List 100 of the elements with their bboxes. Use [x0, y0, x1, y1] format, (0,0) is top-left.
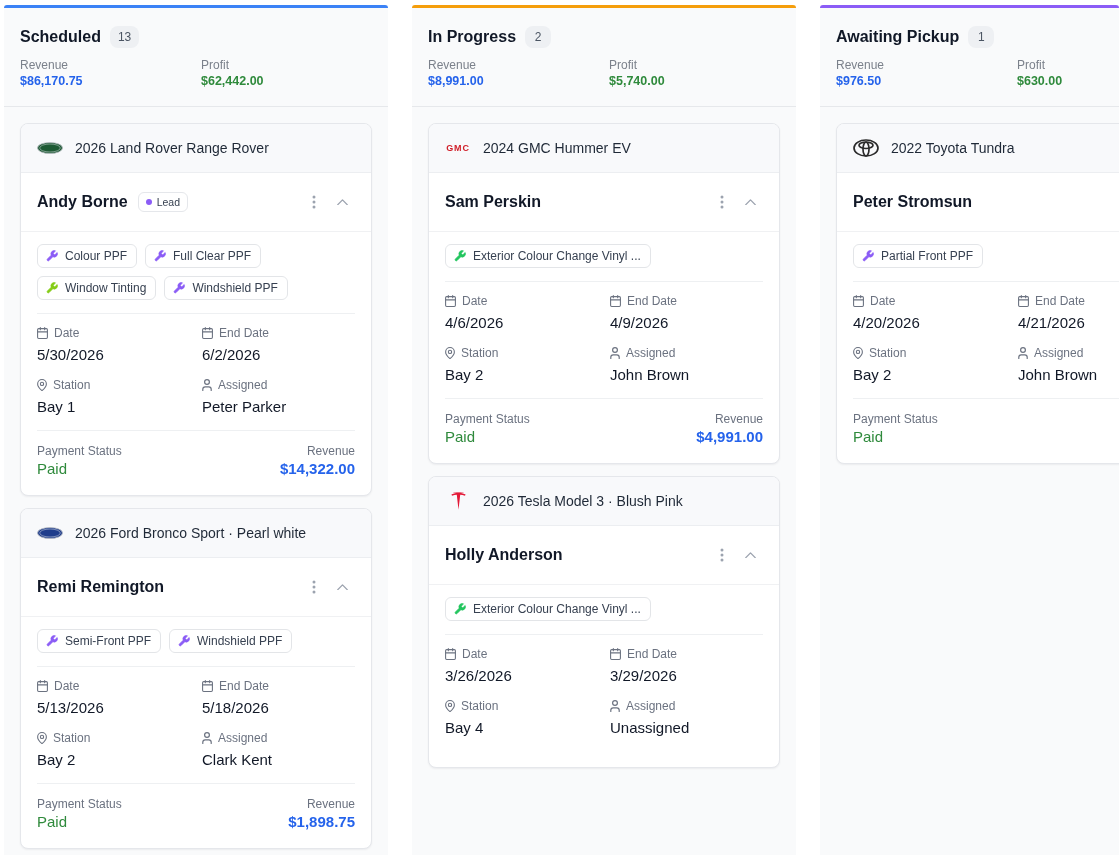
- field-value: 4/6/2026: [445, 313, 504, 333]
- field-value: 4/20/2026: [853, 313, 920, 333]
- badge-label: Lead: [156, 196, 181, 208]
- service-tag-label: Exterior Colour Change Vinyl ...: [473, 602, 641, 616]
- column-count: 2: [525, 26, 552, 48]
- field-label: Assigned: [626, 345, 676, 361]
- more-options-icon[interactable]: [720, 195, 724, 209]
- field-label: Station: [461, 698, 499, 714]
- field-label: Assigned: [1034, 345, 1084, 361]
- payment-label: Payment Status: [37, 796, 122, 812]
- user-icon: [1018, 347, 1028, 359]
- user-icon: [610, 700, 620, 712]
- user-icon: [202, 379, 212, 391]
- field-value: Bay 2: [853, 365, 892, 385]
- chevron-up-icon[interactable]: [744, 198, 756, 206]
- stat-value: $62,442.00: [201, 73, 264, 90]
- stat-value: $8,991.00: [428, 73, 484, 90]
- field-value: 5/13/2026: [37, 698, 104, 718]
- field-label: Station: [53, 377, 91, 393]
- vehicle-name: 2024 GMC Hummer EV: [483, 140, 631, 156]
- field-label: Date: [462, 646, 488, 662]
- service-tag-label: Partial Front PPF: [881, 249, 974, 263]
- field-value: Bay 2: [37, 750, 76, 770]
- revenue-label: Revenue: [714, 411, 763, 427]
- payment-status: Paid: [445, 427, 476, 447]
- field-value: 6/2/2026: [202, 345, 261, 365]
- field-value: 4/9/2026: [610, 313, 669, 333]
- payment-status: Paid: [37, 812, 68, 832]
- field-value: 5/18/2026: [202, 698, 269, 718]
- map-pin-icon: [37, 732, 47, 744]
- payment-status: Paid: [853, 427, 884, 447]
- field-label: End Date: [1035, 293, 1086, 309]
- stat-value: $86,170.75: [20, 73, 83, 90]
- calendar-icon: [37, 680, 48, 692]
- service-tag-label: Window Tinting: [65, 281, 147, 295]
- chevron-up-icon[interactable]: [336, 198, 348, 206]
- calendar-icon: [853, 295, 864, 307]
- field-label: End Date: [219, 678, 270, 694]
- stat-label: Profit: [201, 58, 229, 73]
- field-value: John Brown: [1018, 365, 1098, 385]
- calendar-icon: [202, 680, 213, 692]
- column-title: In Progress: [428, 27, 517, 47]
- field-value: 5/30/2026: [37, 345, 104, 365]
- field-value: Bay 2: [445, 365, 484, 385]
- field-value: Bay 4: [445, 718, 484, 738]
- field-label: Assigned: [218, 377, 268, 393]
- vehicle-name: 2026 Tesla Model 3 · Blush Pink: [483, 493, 683, 509]
- user-icon: [202, 732, 212, 744]
- service-tag-label: Windshield PPF: [197, 634, 283, 648]
- stat-label: Revenue: [836, 58, 885, 73]
- chevron-up-icon[interactable]: [744, 551, 756, 559]
- revenue-label: Revenue: [306, 443, 355, 459]
- stat-label: Revenue: [428, 58, 477, 73]
- map-pin-icon: [853, 347, 863, 359]
- field-label: Date: [54, 325, 80, 341]
- calendar-icon: [37, 327, 48, 339]
- field-label: Station: [869, 345, 907, 361]
- revenue-amount: $14,322.00: [279, 459, 355, 479]
- customer-name: Remi Remington: [37, 578, 165, 596]
- field-value: Bay 1: [37, 397, 76, 417]
- field-value: Clark Kent: [202, 750, 273, 770]
- field-label: Date: [462, 293, 488, 309]
- calendar-icon: [445, 648, 456, 660]
- calendar-icon: [1018, 295, 1029, 307]
- column-title: Scheduled: [20, 27, 101, 47]
- customer-name: Sam Perskin: [445, 193, 542, 211]
- stat-label: Revenue: [20, 58, 69, 73]
- vehicle-name: 2026 Land Rover Range Rover: [75, 140, 269, 156]
- calendar-icon: [610, 295, 621, 307]
- revenue-amount: $4,991.00: [696, 427, 763, 447]
- more-options-icon[interactable]: [312, 580, 316, 594]
- calendar-icon: [445, 295, 456, 307]
- field-label: Station: [53, 730, 91, 746]
- service-tag-label: Windshield PPF: [192, 281, 278, 295]
- payment-label: Payment Status: [853, 411, 938, 427]
- field-label: Assigned: [626, 698, 676, 714]
- more-options-icon[interactable]: [312, 195, 316, 209]
- service-tag-label: Exterior Colour Change Vinyl ...: [473, 249, 641, 263]
- vehicle-name: 2022 Toyota Tundra: [891, 140, 1015, 156]
- field-label: Station: [461, 345, 499, 361]
- stat-value: $5,740.00: [609, 73, 665, 90]
- field-value: 4/21/2026: [1018, 313, 1085, 333]
- payment-label: Payment Status: [37, 443, 122, 459]
- field-value: Peter Parker: [202, 397, 287, 417]
- column-count: 13: [109, 26, 140, 48]
- chevron-up-icon[interactable]: [336, 583, 348, 591]
- field-label: Date: [870, 293, 896, 309]
- field-value: 3/29/2026: [610, 666, 677, 686]
- map-pin-icon: [37, 379, 47, 391]
- payment-status: Paid: [37, 459, 68, 479]
- payment-label: Payment Status: [445, 411, 530, 427]
- stat-value: $976.50: [836, 73, 882, 90]
- column-count: 1: [968, 26, 995, 48]
- service-tag-label: Semi-Front PPF: [65, 634, 151, 648]
- field-label: Assigned: [218, 730, 268, 746]
- more-options-icon[interactable]: [720, 548, 724, 562]
- field-label: Date: [54, 678, 80, 694]
- calendar-icon: [610, 648, 621, 660]
- service-tag-label: Full Clear PPF: [173, 249, 252, 263]
- customer-name: Peter Stromsun: [853, 193, 973, 211]
